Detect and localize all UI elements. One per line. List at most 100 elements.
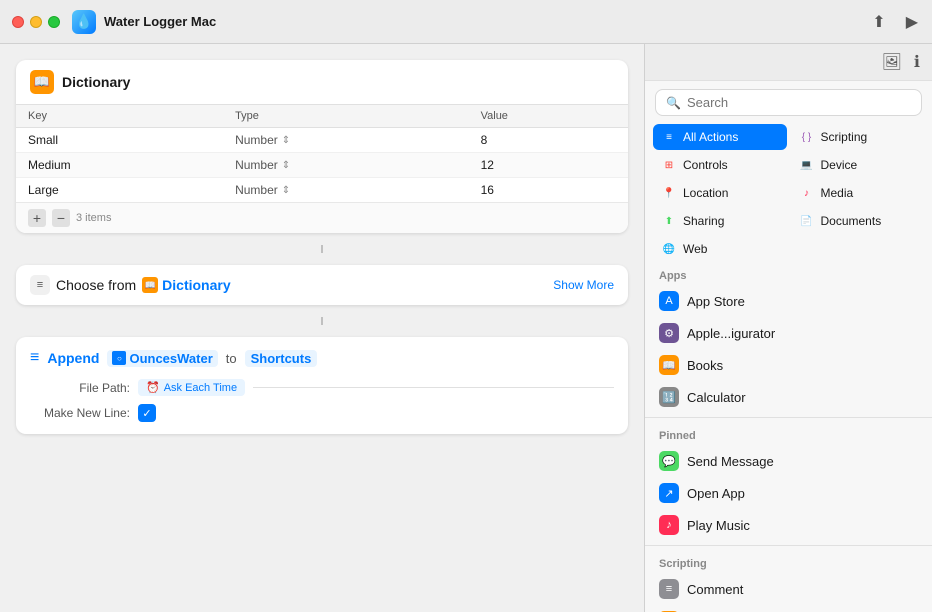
divider-2	[645, 545, 932, 546]
sharing-label: Sharing	[683, 214, 724, 228]
cell-key: Medium	[16, 153, 223, 178]
file-path-label: File Path:	[30, 381, 130, 395]
play-music-label: Play Music	[687, 518, 750, 533]
dictionary-footer: + − 3 items	[16, 202, 628, 233]
cell-key: Large	[16, 178, 223, 203]
documents-label: Documents	[821, 214, 882, 228]
choose-icon: ≡	[30, 275, 50, 295]
location-label: Location	[683, 186, 728, 200]
action-item-show-result[interactable]: !Show Result	[645, 605, 932, 612]
sidebar-item-web[interactable]: 🌐Web	[653, 236, 787, 262]
comment-icon: ≡	[659, 579, 679, 599]
cell-type: Number ⇕	[223, 128, 469, 153]
open-app-icon: ↗	[659, 483, 679, 503]
append-header: ≡ Append ○ OuncesWater to Shortcuts	[30, 349, 614, 367]
section-apps-label: Apps	[645, 262, 932, 285]
app-icon: 💧	[72, 10, 96, 34]
ask-each-time-badge[interactable]: ⏰ Ask Each Time	[138, 379, 245, 396]
sidebar: 🖼 ℹ 🔍 ≡All Actions{ }Scripting⊞Controls💻…	[644, 44, 932, 612]
append-form: File Path: ⏰ Ask Each Time Make New Line…	[30, 379, 614, 422]
make-new-line-row: Make New Line: ✓	[30, 404, 614, 422]
choose-ref-icon: 📖	[142, 277, 158, 293]
controls-label: Controls	[683, 158, 728, 172]
apple-configurator-label: Apple...igurator	[687, 326, 775, 341]
search-icon: 🔍	[666, 96, 681, 110]
sidebar-item-documents[interactable]: 📄Documents	[791, 208, 925, 234]
table-row: Large Number ⇕ 16	[16, 178, 628, 203]
cell-type: Number ⇕	[223, 153, 469, 178]
titlebar: 💧 Water Logger Mac ⬆ ▶	[0, 0, 932, 44]
app-store-label: App Store	[687, 294, 745, 309]
choose-from-card: ≡ Choose from 📖 Dictionary Show More	[16, 265, 628, 305]
connector-2	[16, 317, 628, 325]
choose-prefix: Choose from	[56, 277, 136, 293]
books-label: Books	[687, 358, 723, 373]
file-path-row: File Path: ⏰ Ask Each Time	[30, 379, 614, 396]
sidebar-item-media[interactable]: ♪ Media	[791, 180, 925, 206]
scripting-icon: { }	[799, 129, 815, 145]
sidebar-item-controls[interactable]: ⊞Controls	[653, 152, 787, 178]
add-to-workflow-button[interactable]: 🖼	[882, 52, 902, 72]
all-actions-icon: ≡	[661, 129, 677, 145]
action-item-play-music[interactable]: ♪Play Music	[645, 509, 932, 541]
divider-1	[645, 417, 932, 418]
comment-label: Comment	[687, 582, 743, 597]
all-actions-label: All Actions	[683, 130, 738, 144]
col-value: Value	[469, 105, 628, 128]
table-row: Small Number ⇕ 8	[16, 128, 628, 153]
cell-value: 8	[469, 128, 628, 153]
make-new-line-checkbox[interactable]: ✓	[138, 404, 156, 422]
append-icon: ≡	[30, 349, 39, 367]
action-item-calculator[interactable]: 🔢Calculator	[645, 381, 932, 413]
media-icon: ♪	[799, 185, 815, 201]
col-key: Key	[16, 105, 223, 128]
device-icon: 💻	[799, 157, 815, 173]
window-title: Water Logger Mac	[104, 14, 870, 29]
add-row-button[interactable]: +	[28, 209, 46, 227]
action-item-app-store[interactable]: AApp Store	[645, 285, 932, 317]
info-button[interactable]: ℹ	[914, 52, 920, 72]
sharing-icon: ⬆	[661, 213, 677, 229]
sidebar-item-sharing[interactable]: ⬆ Sharing	[653, 208, 787, 234]
media-label: Media	[821, 186, 854, 200]
search-input[interactable]	[687, 95, 911, 110]
share-button[interactable]: ⬆	[870, 10, 887, 34]
dictionary-card: 📖 Dictionary Key Type Value Small Number…	[16, 60, 628, 233]
action-item-comment[interactable]: ≡ Comment	[645, 573, 932, 605]
sidebar-scroll: Apps AApp Store⚙Apple...igurator📖Books🔢C…	[645, 262, 932, 612]
dictionary-card-header: 📖 Dictionary	[16, 60, 628, 104]
apps-list: AApp Store⚙Apple...igurator 📖 Books 🔢Calcul…	[645, 285, 932, 413]
table-row: Medium Number ⇕ 12	[16, 153, 628, 178]
input-ref-badge: ○ OuncesWater	[107, 350, 217, 367]
cell-value: 12	[469, 153, 628, 178]
traffic-lights	[12, 16, 60, 28]
sidebar-item-location[interactable]: 📍 Location	[653, 180, 787, 206]
minimize-button[interactable]	[30, 16, 42, 28]
sidebar-item-scripting[interactable]: { }Scripting	[791, 124, 925, 150]
calculator-icon: 🔢	[659, 387, 679, 407]
maximize-button[interactable]	[48, 16, 60, 28]
row-count: 3 items	[76, 212, 111, 224]
close-button[interactable]	[12, 16, 24, 28]
books-icon: 📖	[659, 355, 679, 375]
connector-1	[16, 245, 628, 253]
section-scripting-label: Scripting	[645, 550, 932, 573]
action-item-open-app[interactable]: ↗ Open App	[645, 477, 932, 509]
open-app-label: Open App	[687, 486, 745, 501]
choose-label: ≡ Choose from 📖 Dictionary	[30, 275, 231, 295]
choose-ref: 📖 Dictionary	[142, 277, 230, 293]
action-item-send-message[interactable]: 💬Send Message	[645, 445, 932, 477]
remove-row-button[interactable]: −	[52, 209, 70, 227]
section-pinned-label: Pinned	[645, 422, 932, 445]
action-item-apple-configurator[interactable]: ⚙Apple...igurator	[645, 317, 932, 349]
dictionary-title: Dictionary	[62, 74, 130, 90]
send-message-label: Send Message	[687, 454, 774, 469]
sidebar-item-all-actions[interactable]: ≡ All Actions	[653, 124, 787, 150]
append-card: ≡ Append ○ OuncesWater to Shortcuts File…	[16, 337, 628, 434]
action-item-books[interactable]: 📖 Books	[645, 349, 932, 381]
sidebar-item-device[interactable]: 💻Device	[791, 152, 925, 178]
play-button[interactable]: ▶	[904, 10, 920, 34]
location-icon: 📍	[661, 185, 677, 201]
show-more-button[interactable]: Show More	[553, 278, 614, 292]
web-icon: 🌐	[661, 241, 677, 257]
